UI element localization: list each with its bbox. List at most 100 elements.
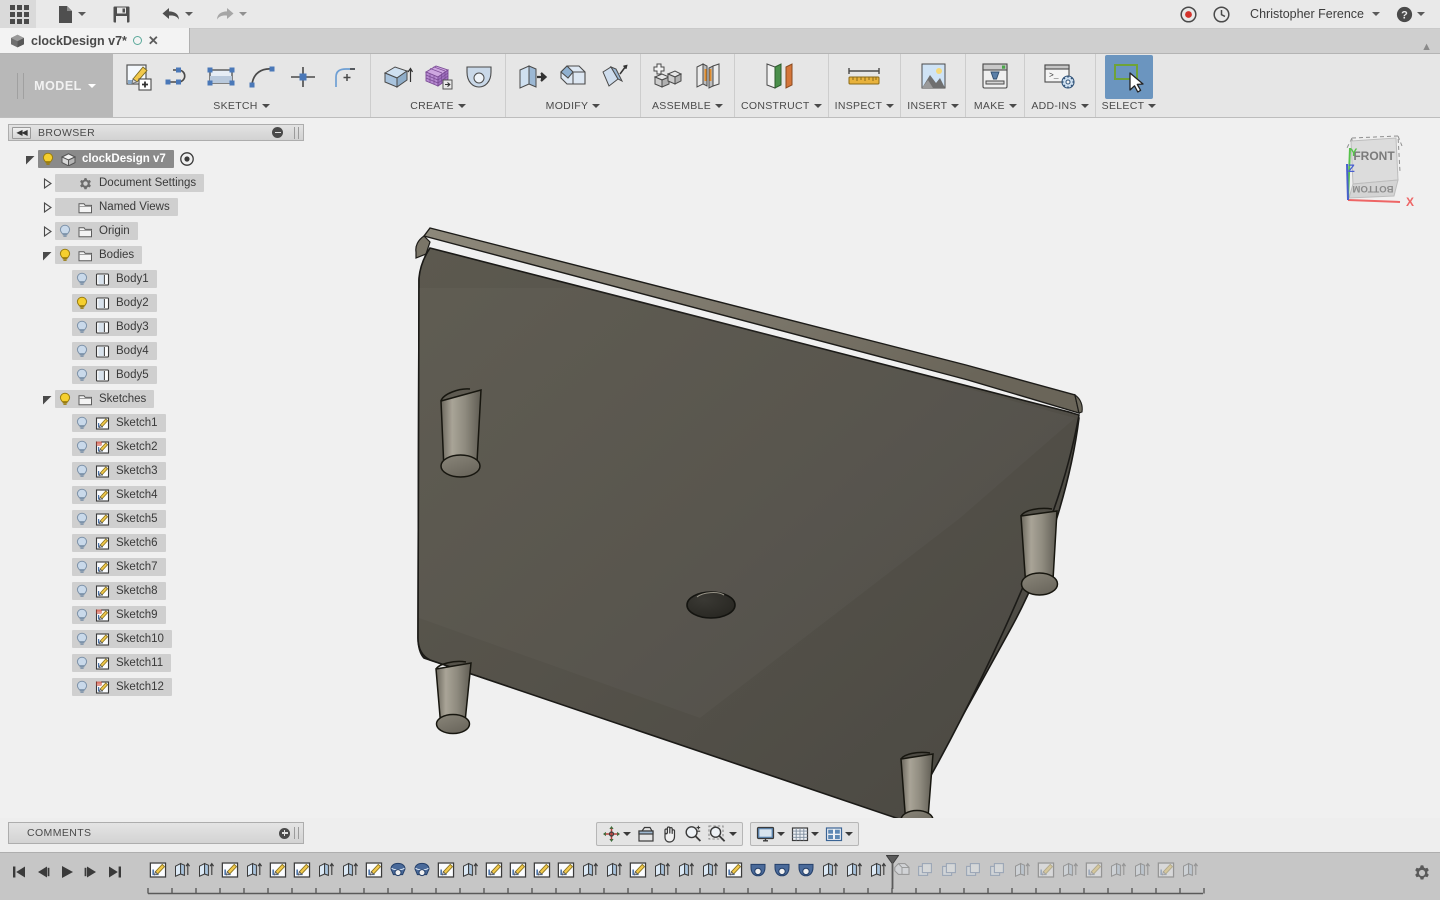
tree-row-sk11[interactable]: Sketch11 [8, 651, 304, 675]
timeline-feature-sketch[interactable] [626, 857, 650, 883]
timeline-feature-sketch[interactable] [290, 857, 314, 883]
timeline-feature-extrude[interactable] [458, 857, 482, 883]
timeline-feature-sketch[interactable] [554, 857, 578, 883]
fillet-button[interactable] [324, 56, 364, 98]
timeline-feature-extrude[interactable] [314, 857, 338, 883]
workspace-selector[interactable]: MODEL [0, 54, 113, 117]
timeline-feature-sketch[interactable] [146, 857, 170, 883]
lightbulb-off-icon[interactable] [75, 416, 89, 430]
help-button[interactable]: ? [1389, 0, 1432, 29]
timeline-feature-extrude[interactable] [842, 857, 866, 883]
tree-row-content[interactable]: Sketch9 [72, 606, 166, 624]
tree-row-body2[interactable]: Body2 [8, 291, 304, 315]
display-settings-button[interactable] [753, 823, 788, 845]
lightbulb-off-icon[interactable] [75, 464, 89, 478]
lightbulb-off-icon[interactable] [75, 680, 89, 694]
tree-row-sk9[interactable]: Sketch9 [8, 603, 304, 627]
step-back-button[interactable] [32, 861, 54, 883]
record-button[interactable] [1173, 0, 1204, 29]
timeline-feature-copy[interactable] [986, 857, 1010, 883]
tree-row-content[interactable]: Sketches [55, 390, 155, 408]
ribbon-group-label-modify[interactable]: MODIFY [546, 98, 601, 114]
component-activate-icon[interactable] [179, 152, 194, 166]
draft-button[interactable] [594, 56, 634, 98]
tree-row-content[interactable]: Sketch5 [72, 510, 166, 528]
tree-row-sketches[interactable]: Sketches [8, 387, 304, 411]
timeline-feature-extrude[interactable] [194, 857, 218, 883]
center-hole[interactable] [686, 591, 736, 619]
timeline-marker[interactable] [885, 855, 899, 889]
standoff-post-upper-left[interactable] [440, 388, 482, 478]
timeline-feature-revolve[interactable] [770, 857, 794, 883]
tree-row-body3[interactable]: Body3 [8, 315, 304, 339]
orbit-button[interactable] [599, 823, 634, 845]
ribbon-group-label-insert[interactable]: INSERT [907, 98, 960, 114]
tree-row-origin[interactable]: Origin [8, 219, 304, 243]
ribbon-group-label-create[interactable]: CREATE [410, 98, 466, 114]
timeline-feature-loft[interactable] [410, 857, 434, 883]
go-to-beginning-button[interactable] [8, 861, 30, 883]
timeline-feature-copy[interactable] [914, 857, 938, 883]
lightbulb-off-icon[interactable] [75, 512, 89, 526]
tree-row-content[interactable]: Origin [55, 222, 138, 240]
timeline-feature-extrude[interactable] [650, 857, 674, 883]
line-button[interactable] [160, 56, 200, 98]
ribbon-group-label-assemble[interactable]: ASSEMBLE [652, 98, 723, 114]
tree-row-content[interactable]: Sketch4 [72, 486, 166, 504]
timeline-feature-extrude[interactable] [1058, 857, 1082, 883]
expand-arrow-collapsed-icon[interactable] [39, 219, 55, 243]
lightbulb-off-icon[interactable] [75, 656, 89, 670]
lightbulb-off-icon[interactable] [75, 632, 89, 646]
timeline-feature-extrude[interactable] [338, 857, 362, 883]
timeline-feature-revolve[interactable] [794, 857, 818, 883]
timeline-feature-extrude[interactable] [674, 857, 698, 883]
timeline-feature-extrude[interactable] [1106, 857, 1130, 883]
timeline-feature-sketch[interactable] [1034, 857, 1058, 883]
timeline-feature-sketch[interactable] [266, 857, 290, 883]
lightbulb-off-icon[interactable] [75, 584, 89, 598]
ribbon-group-label-inspect[interactable]: INSPECT [835, 98, 895, 114]
tree-row-content[interactable]: Sketch3 [72, 462, 166, 480]
timeline-feature-sketch[interactable] [362, 857, 386, 883]
lightbulb-off-icon[interactable] [75, 368, 89, 382]
lightbulb-off-icon[interactable] [75, 488, 89, 502]
tree-row-root[interactable]: clockDesign v7 [8, 147, 304, 171]
timeline-feature-sketch[interactable] [506, 857, 530, 883]
tree-row-sk5[interactable]: Sketch5 [8, 507, 304, 531]
zoom-window-button[interactable] [705, 823, 740, 845]
tree-row-content[interactable]: Body3 [72, 318, 157, 336]
ribbon-group-label-select[interactable]: SELECT [1102, 98, 1157, 114]
ribbon-group-label-sketch[interactable]: SKETCH [213, 98, 270, 114]
arc-button[interactable] [242, 56, 282, 98]
save-button[interactable] [105, 0, 138, 29]
browser-resize-grip[interactable] [294, 126, 299, 139]
tree-row-content[interactable]: Sketch1 [72, 414, 166, 432]
tree-row-views[interactable]: Named Views [8, 195, 304, 219]
tree-row-content[interactable]: Body5 [72, 366, 157, 384]
file-menu-button[interactable] [50, 0, 93, 29]
tree-row-sk2[interactable]: Sketch2 [8, 435, 304, 459]
tree-row-content[interactable]: Sketch2 [72, 438, 166, 456]
lightbulb-on-icon[interactable] [75, 296, 89, 310]
lightbulb-off-icon[interactable] [58, 224, 72, 238]
tree-row-content[interactable]: Body1 [72, 270, 157, 288]
expand-arrow-collapsed-icon[interactable] [39, 171, 55, 195]
timeline-feature-extrude[interactable] [242, 857, 266, 883]
view-cube[interactable]: FRONT BOTTOM X Y Z [1322, 120, 1432, 230]
timeline-feature-extrude[interactable] [1130, 857, 1154, 883]
lightbulb-off-icon[interactable] [75, 320, 89, 334]
lightbulb-off-icon[interactable] [75, 560, 89, 574]
ribbon-group-label-addins[interactable]: ADD-INS [1031, 98, 1089, 114]
grid-snaps-button[interactable] [788, 823, 822, 845]
timeline-feature-sketch[interactable] [722, 857, 746, 883]
measure-button[interactable] [838, 56, 890, 98]
3d-print-button[interactable] [972, 56, 1018, 98]
tree-row-sk8[interactable]: Sketch8 [8, 579, 304, 603]
user-account-button[interactable]: Christopher Ference [1239, 0, 1387, 29]
tree-row-content[interactable]: Named Views [55, 198, 178, 216]
viewports-button[interactable] [822, 823, 856, 845]
tree-row-docset[interactable]: Document Settings [8, 171, 304, 195]
tree-row-content[interactable]: Body4 [72, 342, 157, 360]
add-comment-icon[interactable] [279, 827, 290, 839]
play-button[interactable] [56, 861, 78, 883]
